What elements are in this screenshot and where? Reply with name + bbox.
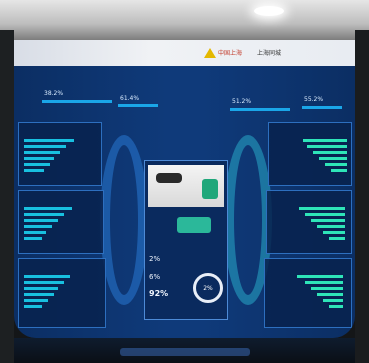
city-name: 上海同城: [257, 50, 282, 57]
metric-4-bar: [302, 106, 342, 109]
center-ring-value: 2%: [203, 284, 213, 292]
left-pillar: [0, 30, 14, 363]
photo-bag: [202, 179, 218, 199]
right-panel-3: [264, 258, 352, 328]
ceiling: [0, 0, 369, 40]
center-card: 2% 6% 92% 2%: [144, 160, 228, 320]
metric-1: 38.2%: [44, 90, 64, 97]
metric-3: 51.2%: [232, 98, 252, 105]
right-pillar: [355, 30, 369, 363]
metric-4: 55.2%: [304, 96, 324, 103]
bank-logo-icon: [204, 48, 216, 58]
metric-2-bar: [118, 104, 158, 107]
console-light: [120, 348, 250, 356]
right-panel-1: [268, 122, 352, 186]
video-wall: 中国上海 上海同城 38.2% 61.4% 51.2% 55.2% 2% 6% …: [14, 40, 355, 338]
top-header-strip: [14, 40, 355, 66]
photo-person: [156, 173, 182, 183]
center-ring: 2%: [193, 273, 223, 303]
center-green-block: [177, 217, 211, 233]
center-stat-2: 6%: [149, 273, 161, 281]
left-panel-1: [18, 122, 102, 186]
metric-1-bar: [42, 100, 112, 103]
center-stat-1: 2%: [149, 255, 161, 263]
ceiling-light: [254, 6, 284, 16]
center-stat-3: 92%: [149, 289, 169, 298]
left-flow-band: [100, 135, 148, 305]
center-photo: [148, 165, 224, 207]
left-panel-2: [18, 190, 104, 254]
bank-name: 中国上海: [218, 50, 243, 57]
metric-3-bar: [230, 108, 290, 111]
metric-2: 61.4%: [120, 95, 140, 102]
left-panel-3: [18, 258, 106, 328]
right-panel-2: [266, 190, 352, 254]
